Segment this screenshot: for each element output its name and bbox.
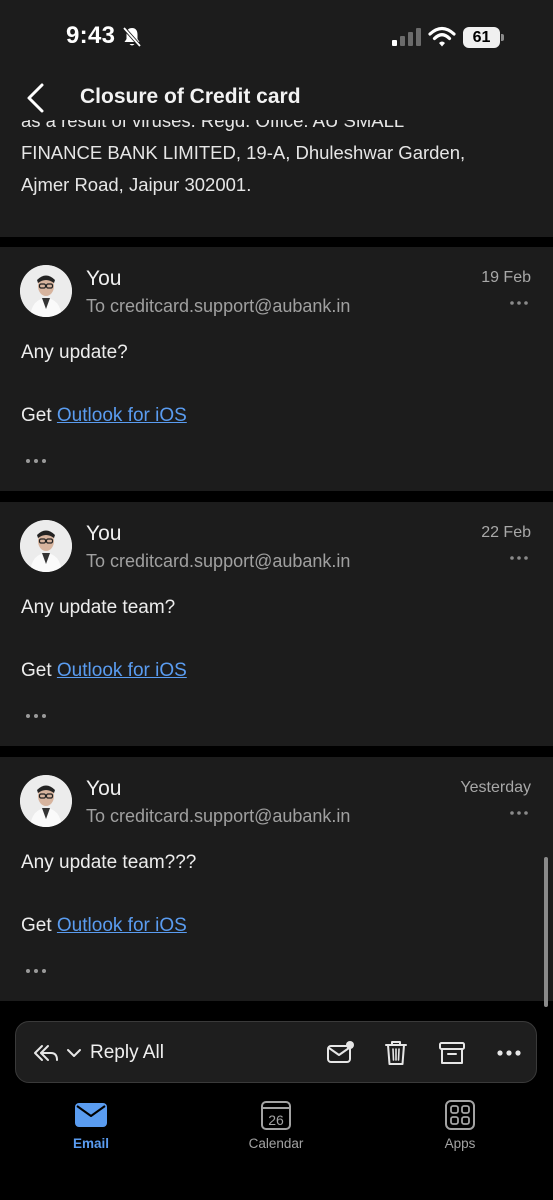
sender-name: You <box>86 777 122 800</box>
tab-bar: Email 26 Calendar Apps <box>0 1092 553 1200</box>
message-body: Any update? <box>21 342 128 363</box>
signature-prefix: Get <box>21 660 57 681</box>
more-icon[interactable] <box>494 1038 524 1068</box>
outlook-link[interactable]: Outlook for iOS <box>57 660 187 681</box>
message-more-icon[interactable] <box>509 554 529 562</box>
signature-prefix: Get <box>21 915 57 936</box>
apps-icon <box>445 1100 475 1130</box>
trash-icon[interactable] <box>381 1038 411 1068</box>
battery-indicator: 61 <box>463 27 505 48</box>
message-more-icon[interactable] <box>509 809 529 817</box>
battery-level: 61 <box>463 27 500 48</box>
recipient-line: To creditcard.support@aubank.in <box>86 551 351 571</box>
silent-bell-icon <box>122 26 142 48</box>
battery-tip <box>501 34 504 41</box>
top-bar: 9:43 61 Closure of Credit card <box>0 0 553 120</box>
recipient-line: To creditcard.support@aubank.in <box>86 806 351 826</box>
message-date: 19 Feb <box>481 269 531 286</box>
message-body: Any update team??? <box>21 852 197 873</box>
calendar-icon: 26 <box>261 1101 291 1130</box>
signature: Get Outlook for iOS <box>21 660 187 682</box>
message-date: Yesterday <box>460 779 531 796</box>
scrollbar[interactable] <box>544 857 548 1007</box>
disclaimer-line: as a result of viruses. Regd. Office: AU… <box>21 120 405 131</box>
message-date: 22 Feb <box>481 524 531 541</box>
expand-quoted-icon[interactable] <box>24 457 48 465</box>
tab-calendar[interactable]: 26 Calendar <box>216 1100 336 1151</box>
outlook-link[interactable]: Outlook for iOS <box>57 915 187 936</box>
avatar <box>20 775 72 827</box>
expand-quoted-icon[interactable] <box>24 967 48 975</box>
outlook-link[interactable]: Outlook for iOS <box>57 405 187 426</box>
signature-prefix: Get <box>21 405 57 426</box>
sender-name: You <box>86 267 122 290</box>
disclaimer-line: FINANCE BANK LIMITED, 19-A, Dhuleshwar G… <box>21 142 466 163</box>
expand-quoted-icon[interactable] <box>24 712 48 720</box>
email-icon <box>75 1103 107 1127</box>
reply-all-icon <box>34 1045 58 1061</box>
avatar <box>20 265 72 317</box>
message-action-bar: Reply All <box>15 1021 537 1083</box>
page-title: Closure of Credit card <box>80 85 301 108</box>
calendar-day: 26 <box>268 1112 284 1128</box>
reply-all-button[interactable]: Reply All <box>32 1036 164 1070</box>
mark-unread-icon[interactable] <box>325 1038 355 1068</box>
wifi-icon <box>428 26 456 47</box>
tab-label: Calendar <box>248 1136 304 1151</box>
cellular-signal-icon <box>392 28 421 46</box>
tab-apps[interactable]: Apps <box>400 1100 520 1151</box>
message-card[interactable]: You To creditcard.support@aubank.in 22 F… <box>0 502 553 746</box>
message-card[interactable]: You To creditcard.support@aubank.in 19 F… <box>0 247 553 491</box>
tab-label: Email <box>72 1136 110 1151</box>
message-body: Any update team? <box>21 597 176 618</box>
signature: Get Outlook for iOS <box>21 915 187 937</box>
message-card[interactable]: You To creditcard.support@aubank.in Yest… <box>0 757 553 1001</box>
back-chevron-icon[interactable] <box>22 82 50 114</box>
sender-name: You <box>86 522 122 545</box>
status-time: 9:43 <box>66 22 116 49</box>
archive-icon[interactable] <box>437 1038 467 1068</box>
previous-message-card: as a result of viruses. Regd. Office: AU… <box>0 120 553 237</box>
chevron-down-icon[interactable] <box>66 1047 82 1059</box>
disclaimer-line: Ajmer Road, Jaipur 302001. <box>21 174 252 195</box>
tab-label: Apps <box>444 1136 476 1151</box>
avatar <box>20 520 72 572</box>
recipient-line: To creditcard.support@aubank.in <box>86 296 351 316</box>
reply-all-label: Reply All <box>90 1042 164 1063</box>
tab-email[interactable]: Email <box>31 1100 151 1151</box>
signature: Get Outlook for iOS <box>21 405 187 427</box>
message-more-icon[interactable] <box>509 299 529 307</box>
